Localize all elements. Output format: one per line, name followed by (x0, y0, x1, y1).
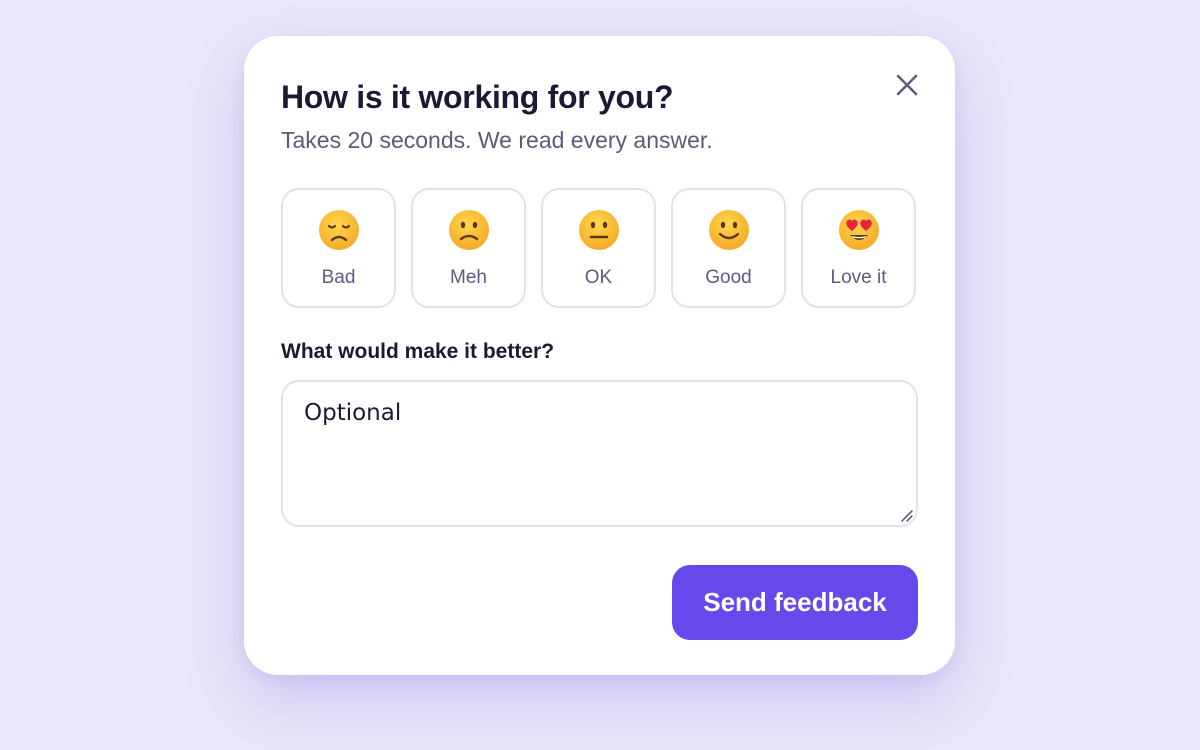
close-icon (896, 74, 918, 96)
disappointed-face-icon (319, 210, 359, 250)
rating-options: Bad Meh OK Good Love it (281, 188, 916, 308)
feedback-dialog: How is it working for you? Takes 20 seco… (244, 36, 955, 675)
rating-label: Love it (830, 267, 887, 288)
feedback-field-label: What would make it better? (281, 340, 555, 363)
send-feedback-button[interactable]: Send feedback (672, 565, 918, 640)
close-button[interactable] (892, 70, 922, 100)
dialog-title: How is it working for you? (281, 79, 674, 115)
heart-eyes-face-icon (839, 210, 879, 250)
rating-option-meh[interactable]: Meh (411, 188, 526, 308)
rating-option-love-it[interactable]: Love it (801, 188, 916, 308)
rating-option-ok[interactable]: OK (541, 188, 656, 308)
rating-label: Good (705, 267, 752, 288)
slightly-smiling-face-icon (709, 210, 749, 250)
rating-option-bad[interactable]: Bad (281, 188, 396, 308)
rating-label: Bad (321, 267, 356, 288)
rating-label: Meh (450, 267, 487, 288)
feedback-textarea[interactable] (281, 380, 918, 527)
dialog-subtitle: Takes 20 seconds. We read every answer. (281, 127, 713, 153)
rating-option-good[interactable]: Good (671, 188, 786, 308)
rating-label: OK (584, 267, 613, 288)
neutral-face-icon (579, 210, 619, 250)
slightly-frowning-face-icon (449, 210, 489, 250)
